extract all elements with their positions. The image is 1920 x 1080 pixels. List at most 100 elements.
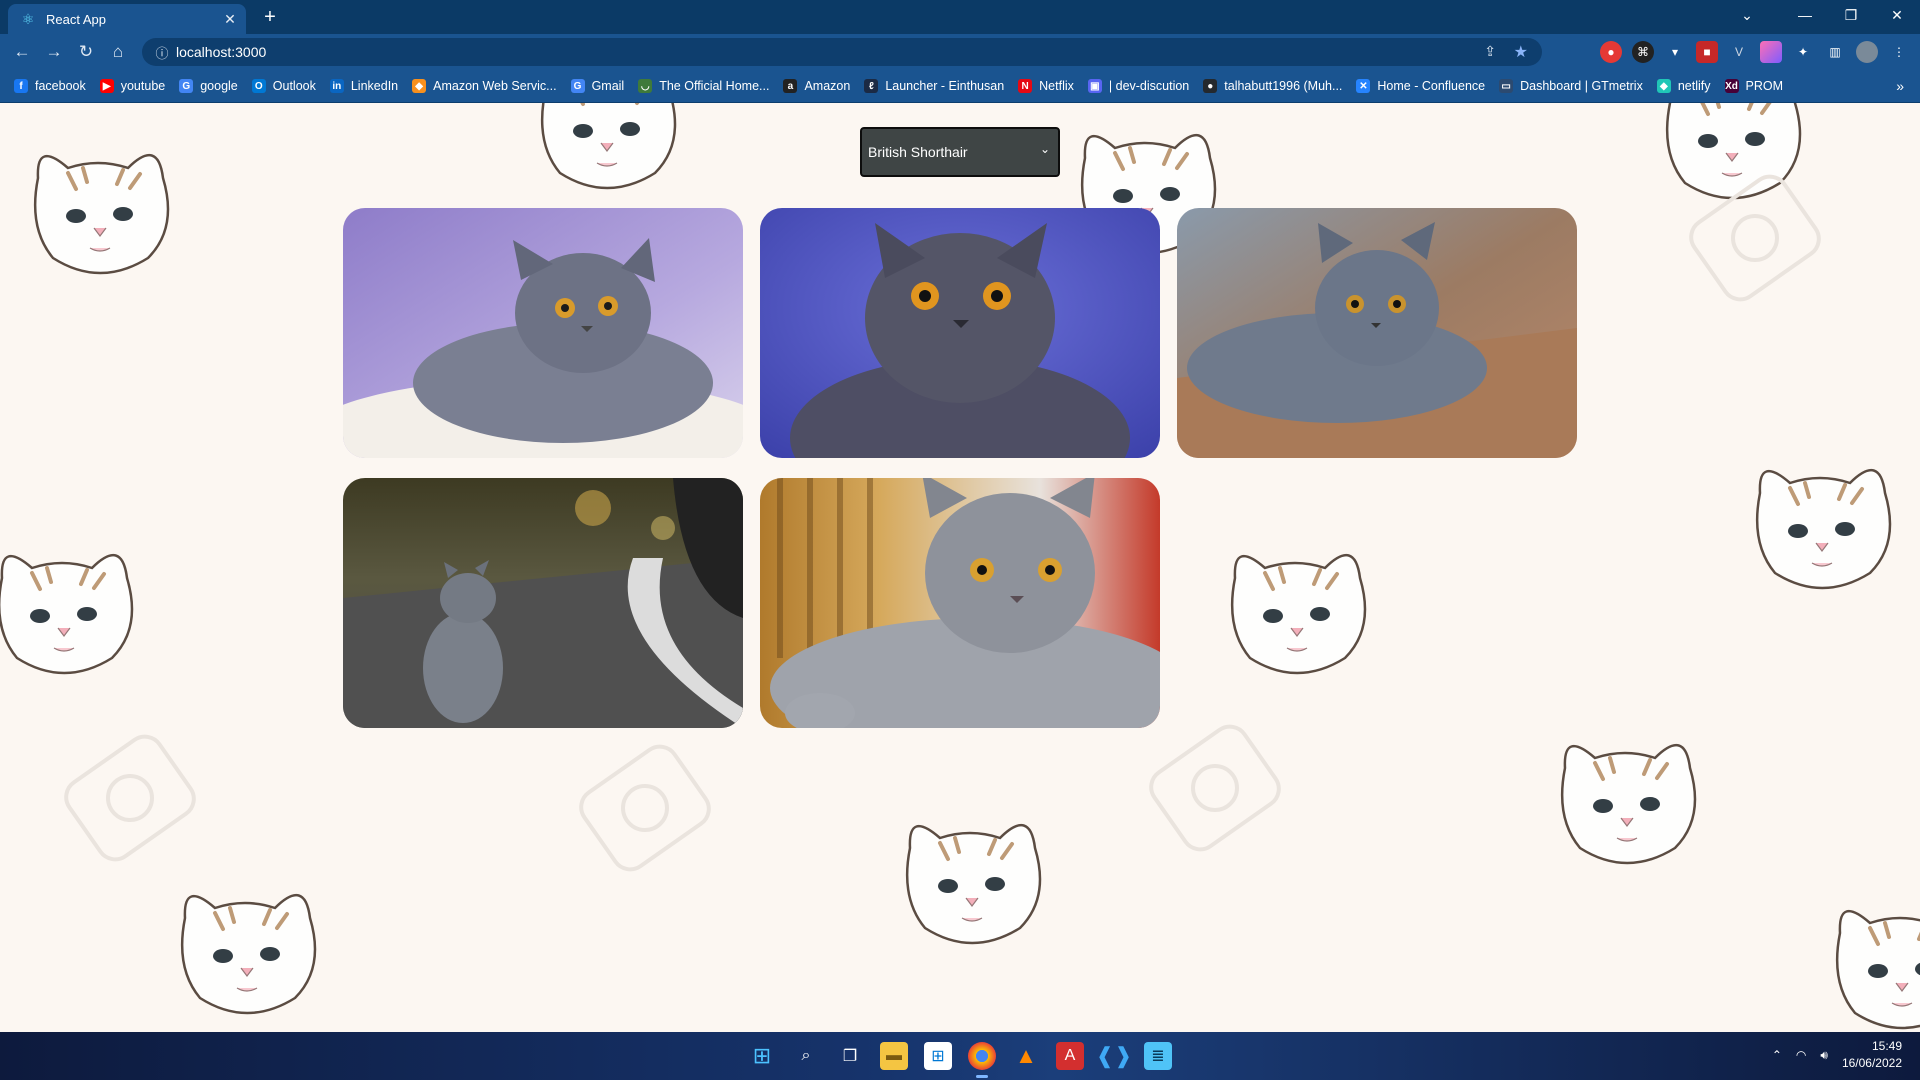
bookmark-item[interactable]: Xd PROM bbox=[1724, 79, 1784, 93]
chrome-icon[interactable] bbox=[968, 1042, 996, 1078]
bookmark-label: Gmail bbox=[591, 79, 625, 93]
profile-avatar[interactable] bbox=[1856, 41, 1878, 63]
acrobat-icon[interactable]: A bbox=[1056, 1042, 1084, 1070]
reload-icon[interactable]: ↻ bbox=[70, 42, 102, 62]
cat-image-card[interactable] bbox=[343, 208, 743, 458]
bookmark-item[interactable]: f facebook bbox=[14, 79, 86, 93]
extensions: ● ⌘ ▾ ■ V ✦ ▥ ⋮ bbox=[1600, 41, 1910, 63]
bookmark-item[interactable]: ◆ Amazon Web Servic... bbox=[412, 79, 557, 93]
bookmark-item[interactable]: G Gmail bbox=[570, 79, 625, 93]
site-info-icon[interactable]: ⓘ bbox=[148, 43, 176, 62]
browser-menu-icon[interactable]: ⋮ bbox=[1888, 41, 1910, 63]
bookmark-item[interactable]: ✕ Home - Confluence bbox=[1356, 79, 1485, 93]
file-explorer-icon[interactable]: ▬ bbox=[880, 1042, 908, 1070]
wifi-icon[interactable]: ◠ bbox=[1796, 1048, 1806, 1062]
einthusan-icon: ℓ bbox=[864, 79, 879, 93]
official-home-icon: ◡ bbox=[638, 79, 653, 93]
bookmarks-bar: f facebook ▶ youtube Ggoogle O Outlook in Linked… bbox=[0, 70, 1920, 103]
share-icon[interactable]: ⇪ bbox=[1484, 43, 1496, 60]
back-icon[interactable]: ← bbox=[6, 42, 38, 62]
microsoft-store-icon[interactable]: ⊞ bbox=[924, 1042, 952, 1070]
cat-image-card[interactable] bbox=[1177, 208, 1577, 458]
extension-v-icon[interactable]: V bbox=[1728, 41, 1750, 63]
bookmark-item[interactable]: in LinkedIn bbox=[329, 79, 398, 93]
taskbar-apps: ⊞ ⌕ ❐ ▬ ⊞ ▲ A ❰❱ ≣ bbox=[748, 1042, 1172, 1078]
bookmark-label: Dashboard | GTmetrix bbox=[1520, 79, 1643, 93]
vlc-icon[interactable]: ▲ bbox=[1012, 1042, 1040, 1070]
cat-image-card[interactable] bbox=[760, 208, 1160, 458]
bookmarks-overflow-icon[interactable]: » bbox=[1896, 78, 1904, 94]
cat-image-card[interactable] bbox=[343, 478, 743, 728]
extension-dark-icon[interactable]: ⌘ bbox=[1632, 41, 1654, 63]
bookmark-item[interactable]: ℓ Launcher - Einthusan bbox=[864, 79, 1004, 93]
url-text: localhost:3000 bbox=[176, 44, 267, 60]
new-tab-button[interactable]: + bbox=[258, 6, 282, 29]
clock[interactable]: 15:49 16/06/2022 bbox=[1842, 1038, 1902, 1072]
task-view-icon[interactable]: ❐ bbox=[836, 1042, 864, 1070]
bookmark-label: youtube bbox=[120, 79, 166, 93]
aws-icon: ◆ bbox=[412, 79, 427, 93]
bookmark-item[interactable]: ▶ youtube bbox=[99, 79, 166, 93]
extension-red-icon[interactable]: ● bbox=[1600, 41, 1622, 63]
bookmark-item[interactable]: ▭ Dashboard | GTmetrix bbox=[1499, 79, 1643, 93]
tab-title: React App bbox=[46, 11, 106, 27]
home-icon[interactable]: ⌂ bbox=[102, 42, 134, 62]
clock-date: 16/06/2022 bbox=[1841, 1056, 1902, 1070]
system-tray: ⌃ ◠ 🔊︎ 15:49 16/06/2022 bbox=[1772, 1038, 1902, 1072]
volume-icon[interactable]: 🔊︎ bbox=[1820, 1048, 1828, 1063]
breed-select[interactable]: British Shorthair bbox=[860, 127, 1060, 177]
bookmark-label: Amazon Web Servic... bbox=[433, 79, 557, 93]
cat-photo-1 bbox=[343, 208, 743, 458]
bookmark-item[interactable]: a Amazon bbox=[783, 79, 850, 93]
bookmark-label: Launcher - Einthusan bbox=[885, 79, 1005, 93]
bookmark-label: PROM bbox=[1745, 79, 1784, 93]
clock-time: 15:49 bbox=[1871, 1039, 1902, 1053]
chevron-up-icon[interactable]: ⌃ bbox=[1772, 1048, 1782, 1062]
bookmark-label: | dev-discution bbox=[1108, 79, 1190, 93]
vscode-icon[interactable]: ❰❱ bbox=[1096, 1042, 1133, 1070]
side-panel-icon[interactable]: ▥ bbox=[1824, 41, 1846, 63]
notepad-icon[interactable]: ≣ bbox=[1144, 1042, 1172, 1070]
bookmark-item[interactable]: O Outlook bbox=[251, 79, 316, 93]
facebook-icon: f bbox=[14, 79, 28, 93]
bookmark-label: google bbox=[200, 79, 238, 93]
bookmark-item[interactable]: ● talhabutt1996 (Muh... bbox=[1203, 79, 1342, 93]
address-bar[interactable]: ⓘ localhost:3000 ⇪ ★ bbox=[142, 38, 1542, 66]
extension-shield-icon[interactable]: ■ bbox=[1696, 41, 1718, 63]
outlook-icon: O bbox=[251, 79, 266, 93]
bookmark-item[interactable]: ▣ | dev-discution bbox=[1087, 79, 1190, 93]
gmail-icon: G bbox=[570, 79, 585, 93]
netlify-icon: ◆ bbox=[1656, 79, 1671, 93]
window-buttons: — ❐ ✕ bbox=[1782, 0, 1920, 30]
browser-toolbar: ← → ↻ ⌂ ⓘ localhost:3000 ⇪ ★ ● ⌘ ▾ ■ V ✦… bbox=[0, 34, 1920, 70]
extension-dropper-icon[interactable]: ▾ bbox=[1664, 41, 1686, 63]
linkedin-icon: in bbox=[329, 79, 344, 93]
close-tab-icon[interactable]: ✕ bbox=[220, 11, 240, 28]
tab-react-app[interactable]: ⚛ React App ✕ bbox=[8, 4, 246, 34]
bookmark-label: talhabutt1996 (Muh... bbox=[1224, 79, 1343, 93]
bookmark-label: netlify bbox=[1677, 79, 1711, 93]
restore-icon[interactable]: ❐ bbox=[1828, 7, 1874, 24]
bookmark-label: Home - Confluence bbox=[1377, 79, 1486, 93]
start-windows-icon[interactable]: ⊞ bbox=[748, 1042, 776, 1070]
bookmark-item[interactable]: ◆ netlify bbox=[1656, 79, 1711, 93]
bookmark-label: The Official Home... bbox=[659, 79, 770, 93]
cat-image-card[interactable] bbox=[760, 478, 1160, 728]
bookmark-label: Amazon bbox=[804, 79, 851, 93]
search-icon[interactable]: ⌕ bbox=[792, 1042, 820, 1070]
react-icon: ⚛ bbox=[21, 11, 35, 27]
cat-gallery bbox=[343, 208, 1577, 728]
extension-gradient-icon[interactable] bbox=[1760, 41, 1782, 63]
tab-search-icon[interactable]: ⌄ bbox=[1732, 7, 1762, 24]
bookmark-item[interactable]: Ggoogle bbox=[179, 79, 238, 93]
bookmark-item[interactable]: N Netflix bbox=[1018, 79, 1074, 93]
bookmark-star-icon[interactable]: ★ bbox=[1514, 42, 1528, 62]
minimize-icon[interactable]: — bbox=[1782, 7, 1828, 23]
tab-strip: ⚛ React App ✕ + ⌄ — ❐ ✕ bbox=[0, 0, 1920, 34]
xd-icon: Xd bbox=[1724, 79, 1739, 93]
bookmark-item[interactable]: ◡ The Official Home... bbox=[638, 79, 769, 93]
close-window-icon[interactable]: ✕ bbox=[1874, 7, 1920, 24]
netflix-icon: N bbox=[1018, 79, 1033, 93]
forward-icon[interactable]: → bbox=[38, 42, 70, 62]
extensions-puzzle-icon[interactable]: ✦ bbox=[1792, 41, 1814, 63]
